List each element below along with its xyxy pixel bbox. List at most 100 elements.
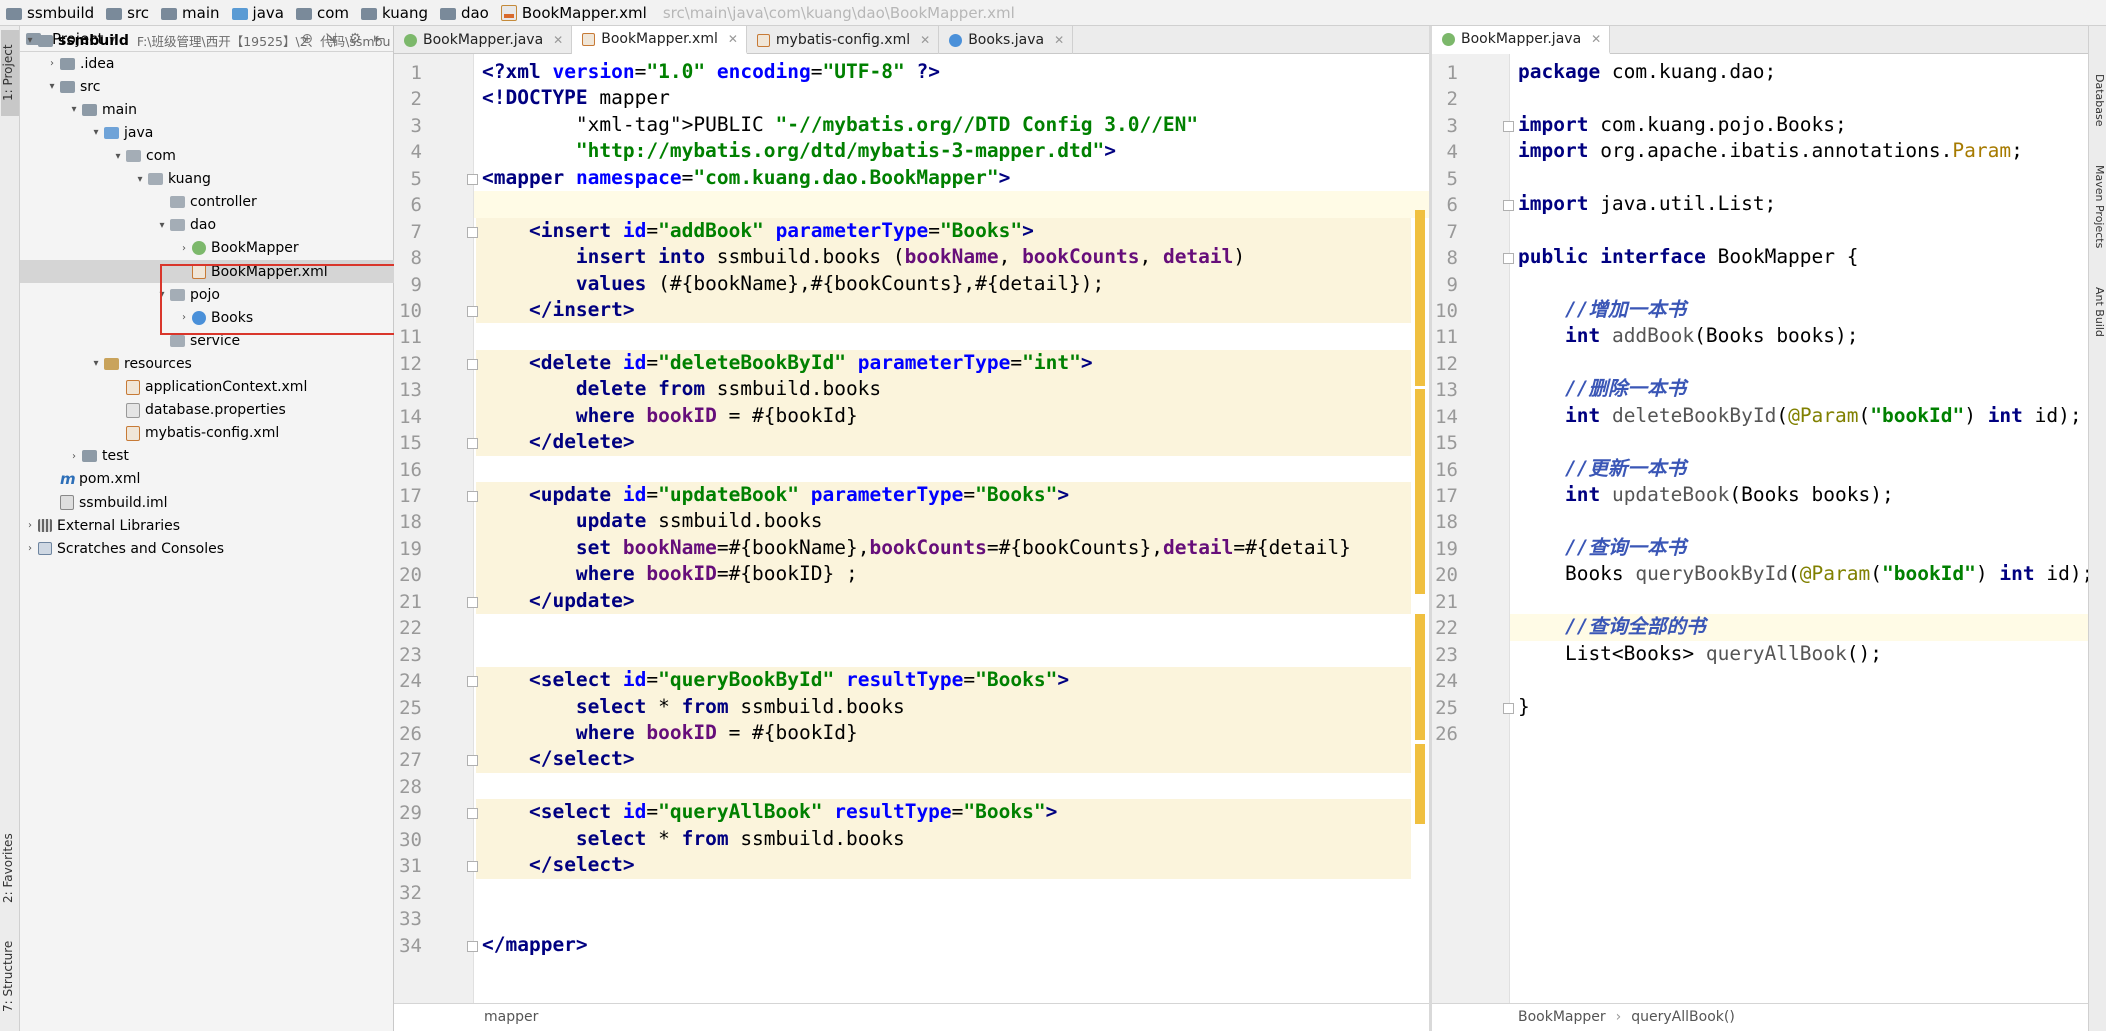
breadcrumb-label: src [127,3,150,22]
database-tool-tab[interactable]: Database [2090,60,2106,140]
folder-icon [60,57,75,70]
breadcrumb-item[interactable]: src [100,4,155,22]
fold-marker-icon[interactable] [1503,120,1514,132]
java-editor[interactable]: 1 2 3 4 5 6 7 8 9 10 11 12 13 14 15 16 17 18 19 20 21 22 23 24 2… [1432,54,2088,1003]
editor-tab[interactable]: BookMapper.java ✕ [394,26,573,54]
expand-arrow-icon[interactable]: ▾ [154,289,170,300]
breadcrumb-item[interactable]: ssmbuild [0,4,100,22]
breadcrumb-item[interactable]: com [290,4,355,22]
close-tab-icon[interactable]: ✕ [728,32,738,46]
fold-marker-icon[interactable] [467,940,478,952]
tree-node[interactable]: ▾ dao [20,214,394,237]
expand-arrow-icon[interactable]: › [22,543,38,554]
close-tab-icon[interactable]: ✕ [1591,32,1601,46]
editor-tab[interactable]: BookMapper.xml ✕ [572,26,747,54]
maven-tool-tab[interactable]: Maven Projects [2090,152,2106,262]
fold-marker-icon[interactable] [467,226,478,238]
close-tab-icon[interactable]: ✕ [1054,33,1064,47]
line-number: 7 [410,220,422,243]
line-number: 17 [1435,485,1458,508]
tree-node[interactable]: ▾ com [20,145,394,168]
tree-node[interactable]: service [20,329,394,352]
breadcrumb-label: kuang [382,3,428,22]
code-line: int addBook(Books books); [1564,324,1859,348]
tree-node[interactable]: › BookMapper [20,237,394,260]
breadcrumb-item[interactable]: kuang [355,4,434,22]
line-number: 21 [399,590,422,613]
tree-node[interactable]: › External Libraries [20,514,394,537]
code-line: select * from ssmbuild.books [575,826,905,850]
expand-arrow-icon[interactable]: › [66,451,82,462]
fold-marker-icon[interactable] [467,173,478,185]
tree-node[interactable]: ▾ java [20,121,394,144]
xml-editor[interactable]: 1 2 3 4 5 6 7 8 9 10 11 12 13 14 15 16 17 18 19 20 21 22 23 24 2… [394,54,1429,1003]
close-tab-icon[interactable]: ✕ [553,33,563,47]
expand-arrow-icon[interactable]: ▾ [66,104,82,115]
tree-node[interactable]: ▾ kuang [20,168,394,191]
fold-marker-icon[interactable] [467,861,478,873]
tree-node[interactable]: controller [20,191,394,214]
line-number: 1 [410,62,422,84]
tree-node[interactable]: › Scratches and Consoles [20,537,394,560]
line-number: 2 [410,88,422,111]
editor-tab[interactable]: mybatis-config.xml ✕ [747,26,940,54]
project-tool-tab[interactable]: 1: Project [1,30,19,116]
ant-build-tool-tab[interactable]: Ant Build [2090,272,2106,352]
expand-arrow-icon[interactable]: ▾ [22,35,38,46]
line-number: 24 [399,670,422,693]
expand-arrow-icon[interactable]: › [44,58,60,69]
expand-arrow-icon[interactable]: ▾ [88,127,104,138]
tree-node[interactable]: ssmbuild.iml [20,491,394,514]
code-line: </insert> [528,297,635,321]
breadcrumb-item[interactable]: java [226,4,290,22]
fold-marker-icon[interactable] [467,438,478,450]
expand-arrow-icon[interactable]: › [176,243,192,254]
breadcrumb-item[interactable]: main [155,4,225,22]
fold-marker-icon[interactable] [467,358,478,370]
tree-node[interactable]: ▾ pojo [20,283,394,306]
expand-arrow-icon[interactable]: ▾ [44,81,60,92]
tree-node[interactable]: database.properties [20,399,394,422]
tree-node[interactable]: ▾ src [20,75,394,98]
expand-arrow-icon[interactable]: ▾ [110,151,126,162]
tree-node[interactable]: › Books [20,306,394,329]
xml-breadcrumb-mapper[interactable]: mapper [484,1009,538,1025]
tree-node[interactable]: m pom.xml [20,468,394,491]
fold-marker-icon[interactable] [467,676,478,688]
line-number: 20 [399,564,422,587]
tree-node[interactable]: applicationContext.xml [20,376,394,399]
tree-node[interactable]: › .idea [20,52,394,75]
fold-marker-icon[interactable] [467,305,478,317]
favorites-tool-tab[interactable]: 2: Favorites [1,818,19,918]
line-number: 9 [410,273,422,296]
tree-node[interactable]: › test [20,445,394,468]
java-breadcrumb-class[interactable]: BookMapper [1518,1009,1606,1025]
fold-marker-icon[interactable] [467,808,478,820]
fold-marker-icon[interactable] [467,491,478,503]
tree-node[interactable]: ▾ resources [20,352,394,375]
fold-marker-icon[interactable] [1503,253,1514,265]
expand-arrow-icon[interactable]: › [176,312,192,323]
line-number: 2 [1446,88,1458,111]
editor-tab[interactable]: BookMapper.java ✕ [1432,26,1611,54]
line-number: 4 [1446,141,1458,164]
fold-marker-icon[interactable] [1503,702,1514,714]
fold-marker-icon[interactable] [467,755,478,767]
expand-arrow-icon[interactable]: ▾ [132,174,148,185]
tree-node[interactable]: BookMapper.xml [20,260,394,283]
expand-arrow-icon[interactable]: › [22,520,38,531]
close-tab-icon[interactable]: ✕ [920,33,930,47]
breadcrumb-item[interactable]: BookMapper.xml [495,4,653,22]
expand-arrow-icon[interactable]: ▾ [154,220,170,231]
editor-tab[interactable]: Books.java ✕ [939,26,1074,54]
expand-arrow-icon[interactable]: ▾ [88,358,104,369]
structure-tool-tab[interactable]: 7: Structure [1,926,19,1026]
tree-node[interactable]: mybatis-config.xml [20,422,394,445]
tree-node[interactable]: ▾ main [20,98,394,121]
tree-node[interactable]: ▾ ssmbuild F:\班级管理\西开【19525】\2、代码\ssmbu [20,29,394,52]
fold-marker-icon[interactable] [1503,200,1514,212]
fold-marker-icon[interactable] [467,596,478,608]
folder-icon [161,7,178,20]
java-breadcrumb-method[interactable]: queryAllBook() [1631,1009,1735,1025]
breadcrumb-item[interactable]: dao [434,4,495,22]
